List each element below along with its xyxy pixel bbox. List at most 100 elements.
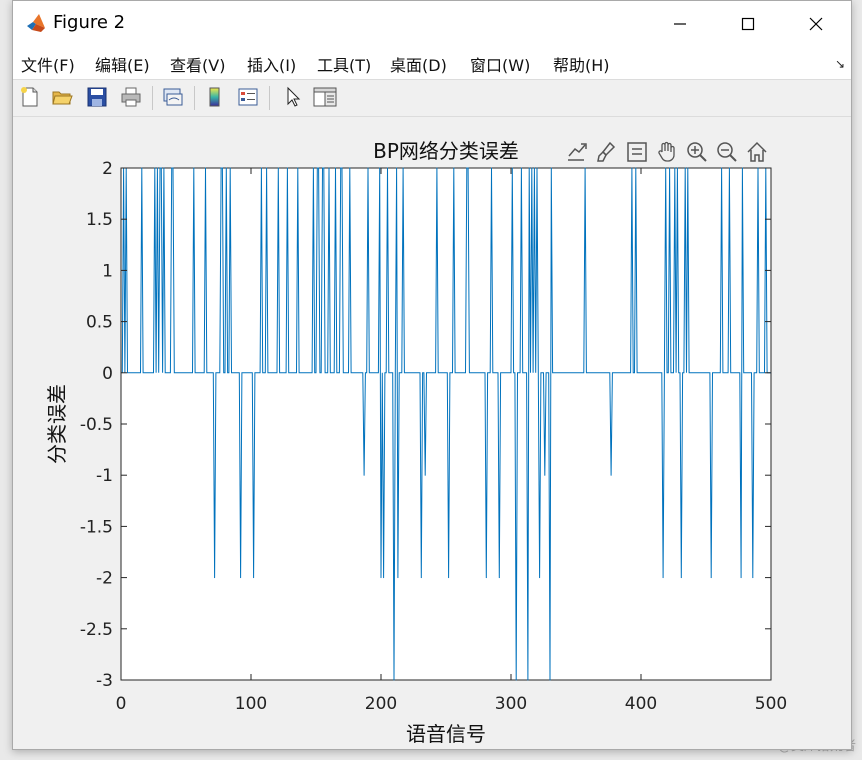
data-point	[340, 167, 342, 169]
data-point	[550, 167, 552, 169]
data-point	[515, 679, 517, 681]
x-tick-label: 400	[625, 694, 657, 714]
data-point	[277, 167, 279, 169]
data-point	[260, 167, 262, 169]
x-tick-label: 500	[755, 694, 787, 714]
data-point	[549, 679, 551, 681]
data-point	[163, 167, 165, 169]
data-point	[527, 679, 529, 681]
error-line-chart[interactable]: BP网络分类误差 0 100 200 300 400 500 2 1.5 1 0.5 0 -0.5 -1…	[0, 0, 862, 760]
data-point	[539, 577, 541, 579]
data-point	[680, 577, 682, 579]
data-point	[485, 577, 487, 579]
data-point	[424, 474, 426, 476]
data-point	[635, 167, 637, 169]
data-point	[171, 167, 173, 169]
data-point	[396, 167, 398, 169]
data-point	[159, 167, 161, 169]
data-point	[221, 167, 223, 169]
x-axis-label: 语音信号	[406, 722, 486, 746]
data-point	[318, 167, 320, 169]
data-point	[141, 167, 143, 169]
y-tick-label: 1.5	[86, 210, 113, 230]
data-point	[397, 577, 399, 579]
data-point	[728, 167, 730, 169]
data-point	[665, 167, 667, 169]
data-point	[491, 167, 492, 169]
data-point	[544, 474, 546, 476]
data-point	[240, 577, 242, 579]
data-point	[752, 577, 754, 579]
data-point	[584, 167, 586, 169]
data-point	[467, 167, 469, 169]
data-point	[380, 577, 382, 579]
data-point	[328, 167, 330, 169]
chart-title: BP网络分类误差	[373, 139, 519, 163]
data-point	[610, 474, 612, 476]
y-tick-label: 1	[102, 261, 113, 281]
x-tick-label: 0	[116, 694, 127, 714]
y-tick-label: -2	[96, 569, 113, 589]
x-tick-label: 200	[365, 694, 397, 714]
y-tick-label: 0	[102, 364, 113, 384]
plot-area	[120, 167, 772, 681]
data-point	[531, 167, 533, 169]
data-point	[498, 577, 500, 579]
data-point	[466, 167, 468, 169]
y-axis-label: 分类误差	[45, 384, 69, 464]
y-tick-label: -0.5	[80, 415, 113, 435]
data-point	[214, 577, 216, 579]
data-point	[316, 167, 318, 169]
data-point	[631, 167, 633, 169]
data-point	[322, 167, 323, 169]
data-point	[740, 577, 742, 579]
data-point	[448, 577, 450, 579]
y-tick-label: 2	[102, 159, 113, 179]
data-point	[297, 167, 299, 169]
y-tick-label: -1.5	[80, 517, 113, 537]
data-point	[266, 167, 268, 169]
data-point	[156, 167, 158, 169]
data-point	[193, 167, 195, 169]
y-tick-label: -1	[96, 466, 113, 486]
data-point	[383, 577, 385, 579]
data-point	[676, 167, 678, 169]
data-point	[379, 167, 381, 169]
data-point	[312, 167, 314, 169]
data-point	[721, 167, 723, 169]
data-point	[687, 167, 689, 169]
data-point	[757, 167, 759, 169]
data-point	[205, 167, 206, 169]
data-point	[323, 167, 325, 169]
y-tick-label: -3	[96, 671, 113, 691]
data-point	[674, 167, 676, 169]
data-point	[172, 167, 174, 169]
y-tick-label: -2.5	[80, 620, 113, 640]
data-point	[533, 167, 535, 169]
data-point	[363, 474, 365, 476]
data-point	[528, 167, 530, 169]
data-point	[710, 577, 712, 579]
data-point	[520, 167, 522, 169]
data-point	[154, 167, 156, 169]
data-point	[225, 167, 227, 169]
data-point	[453, 167, 455, 169]
data-point	[253, 577, 255, 579]
data-point	[402, 167, 404, 169]
data-point	[662, 577, 664, 579]
data-point	[536, 167, 538, 169]
data-point	[229, 167, 231, 169]
x-tick-label: 100	[235, 694, 267, 714]
data-point	[684, 167, 686, 169]
data-point	[341, 167, 343, 169]
data-point	[387, 167, 388, 169]
data-point	[220, 167, 222, 169]
data-point	[436, 167, 438, 169]
y-tick-label: 0.5	[86, 313, 113, 333]
data-point	[420, 577, 422, 579]
data-point	[393, 679, 395, 681]
data-point	[349, 167, 351, 169]
data-point	[511, 167, 513, 169]
data-point	[286, 167, 288, 169]
data-point	[741, 167, 743, 169]
